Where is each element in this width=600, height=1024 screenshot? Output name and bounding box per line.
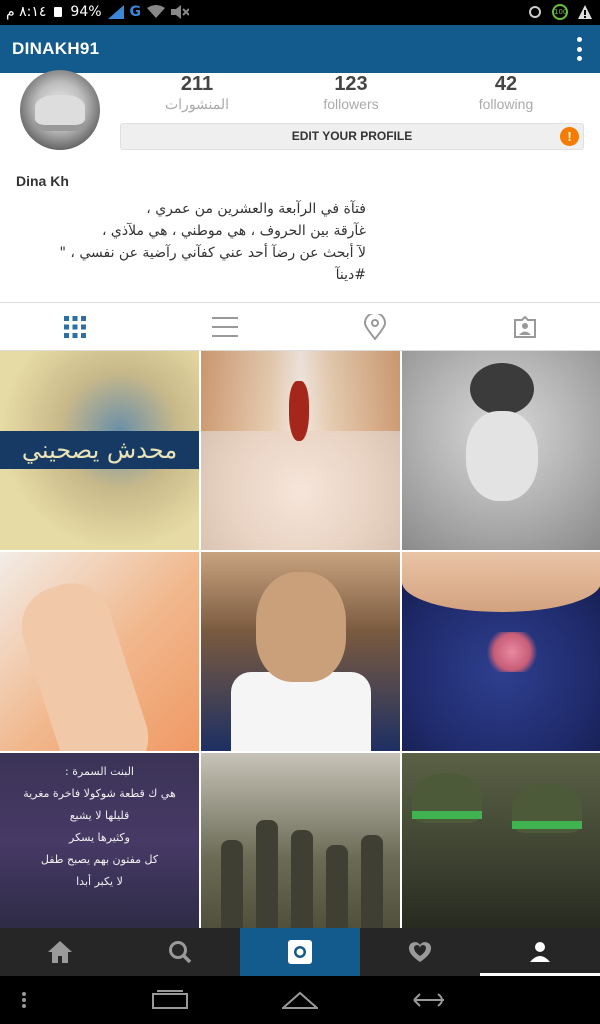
app-bar: DINAKH91 — [0, 25, 600, 73]
avatar[interactable] — [20, 70, 100, 150]
stat-followers-count: 123 — [334, 73, 368, 95]
grid-icon — [64, 315, 86, 338]
network-type: G — [129, 4, 142, 20]
profile-username: DINAKH91 — [12, 39, 100, 58]
edit-profile-label: EDIT YOUR PROFILE — [291, 129, 413, 143]
nav-activity[interactable] — [360, 928, 480, 976]
photo-tile[interactable] — [201, 552, 400, 751]
mute-icon — [171, 5, 190, 19]
photo-tile[interactable] — [402, 552, 600, 751]
status-bar: ٨:١٤ م 94% G 100 — [0, 0, 600, 25]
tab-map[interactable] — [300, 303, 450, 350]
status-time: ٨:١٤ م — [6, 4, 47, 20]
photo-tile[interactable] — [201, 351, 400, 550]
stat-following[interactable]: 42 following — [431, 74, 581, 112]
photo-tile[interactable] — [402, 753, 600, 928]
bio-line: فتآة في الرآبعة والعشرين من عمري ، — [146, 201, 366, 217]
bio-line: لآ أبحث عن رضآ أحد عني كفآني رآضية عن نف… — [59, 245, 366, 261]
back-icon[interactable] — [410, 990, 446, 1010]
activity-heart-icon — [408, 942, 432, 962]
more-options-icon[interactable] — [576, 37, 582, 61]
bio-line: #دينآ — [335, 267, 366, 283]
photo-tile[interactable] — [402, 351, 600, 550]
menu-dots-icon[interactable] — [22, 992, 26, 1008]
tab-tagged[interactable] — [450, 303, 600, 350]
recent-apps-icon[interactable] — [152, 990, 188, 1010]
nav-search[interactable] — [120, 928, 240, 976]
nav-camera[interactable] — [240, 928, 360, 976]
storage-badge: 100 — [552, 4, 568, 20]
tab-grid[interactable] — [0, 303, 150, 350]
stat-posts[interactable]: 211 المنشورات — [122, 74, 272, 113]
violin-shape — [289, 381, 309, 441]
alert-icon — [578, 5, 592, 19]
battery-text: 94% — [70, 4, 102, 20]
profile-display-name: Dina Kh — [16, 173, 69, 189]
edit-profile-button[interactable]: EDIT YOUR PROFILE ! — [120, 123, 584, 150]
stat-following-count: 42 — [494, 73, 518, 95]
signal-icon — [107, 5, 124, 19]
wifi-icon — [147, 5, 166, 18]
stat-followers[interactable]: 123 followers — [276, 74, 426, 112]
search-icon — [169, 941, 192, 964]
tagged-photos-icon — [514, 315, 536, 338]
photo-text-line: كل مفتون بهم يصبح طفل — [40, 853, 159, 866]
stat-followers-label: followers — [323, 96, 379, 112]
bio-line: غآرقة بين الحروف ، هي موطني ، هي ملآذي ، — [101, 223, 366, 239]
list-icon — [212, 316, 238, 337]
photo-caption: محدش يصحيني — [0, 431, 199, 469]
photo-text-line: وكثيرها يسكر — [69, 831, 130, 844]
photo-text-line: لا يكبر أبدا — [76, 875, 123, 888]
bottom-nav — [0, 928, 600, 976]
photo-text-line: قليلها لا يشبع — [69, 809, 130, 822]
profile-view-tabs — [0, 302, 600, 351]
stat-posts-count: 211 — [180, 73, 214, 95]
phone-icon — [54, 7, 63, 17]
photo-text-line: البنت السمرة : — [65, 765, 134, 778]
system-nav-bar — [0, 976, 600, 1024]
nav-home[interactable] — [0, 928, 120, 976]
stat-posts-label: المنشورات — [164, 96, 230, 112]
location-pin-icon — [364, 313, 386, 340]
home-button-icon[interactable] — [282, 990, 318, 1010]
photo-tile[interactable]: البنت السمرة : هي ك قطعة شوكولا فاخرة مغ… — [0, 753, 199, 928]
photo-grid: محدش يصحيني البنت السمرة : هي ك قطعة شوك… — [0, 351, 600, 928]
photo-tile[interactable]: محدش يصحيني — [0, 351, 199, 550]
home-icon — [48, 941, 72, 963]
photo-tile[interactable] — [201, 753, 400, 928]
nav-profile[interactable] — [480, 928, 600, 976]
stat-following-label: following — [478, 96, 534, 112]
photo-tile[interactable] — [0, 552, 199, 751]
profile-bio: فتآة في الرآبعة والعشرين من عمري ، غآرقة… — [26, 198, 366, 286]
recycle-icon — [529, 6, 541, 18]
tab-list[interactable] — [150, 303, 300, 350]
profile-icon — [530, 942, 550, 962]
camera-icon — [288, 940, 312, 964]
photo-text-line: هي ك قطعة شوكولا فاخرة مغرية — [23, 787, 176, 800]
warning-icon: ! — [560, 127, 579, 146]
